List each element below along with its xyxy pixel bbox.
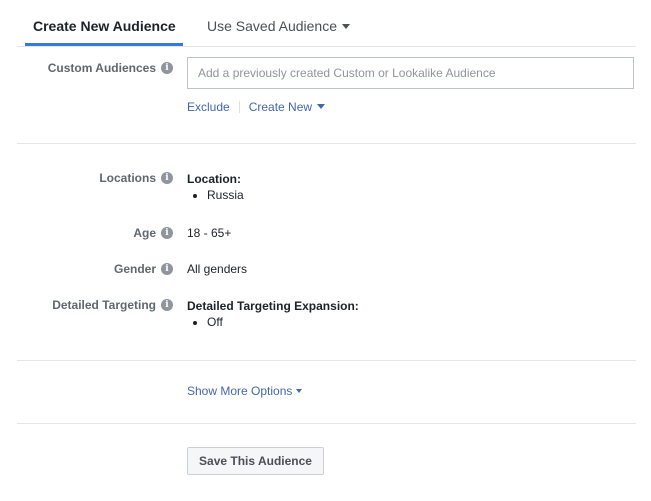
link-separator — [238, 101, 240, 113]
detailed-targeting-heading: Detailed Targeting Expansion: — [187, 299, 359, 313]
locations-value: Location: Russia — [187, 171, 244, 203]
create-new-label: Create New — [248, 100, 313, 114]
create-new-dropdown[interactable]: Create New — [248, 100, 326, 114]
caret-down-icon — [296, 388, 303, 393]
info-icon[interactable]: i — [161, 227, 173, 239]
detailed-targeting-label: Detailed Targeting i — [52, 298, 173, 312]
info-icon[interactable]: i — [161, 172, 173, 184]
tab-label: Create New Audience — [33, 18, 176, 34]
show-more-label: Show More Options — [187, 384, 293, 398]
detailed-targeting-list: Off — [187, 314, 359, 330]
save-audience-button[interactable]: Save This Audience — [187, 447, 324, 475]
section-divider — [17, 360, 636, 361]
custom-audiences-label: Custom Audiences i — [48, 61, 173, 75]
active-tab-indicator — [25, 43, 183, 46]
info-icon[interactable]: i — [161, 62, 173, 74]
gender-label: Gender i — [114, 262, 173, 276]
exclude-link[interactable]: Exclude — [187, 100, 230, 114]
label-text: Gender — [113, 262, 156, 276]
show-more-options-link[interactable]: Show More Options — [187, 384, 303, 398]
locations-label: Locations i — [99, 171, 173, 185]
custom-audiences-input[interactable] — [187, 57, 634, 89]
location-item: Russia — [207, 187, 244, 203]
gender-value: All genders — [187, 262, 248, 276]
tab-use-saved-audience[interactable]: Use Saved Audience — [207, 17, 350, 35]
locations-list: Russia — [187, 187, 244, 203]
section-divider — [17, 143, 636, 144]
detailed-targeting-item: Off — [207, 314, 359, 330]
info-icon[interactable]: i — [161, 299, 173, 311]
section-divider — [17, 423, 636, 424]
info-icon[interactable]: i — [161, 263, 173, 275]
tab-label: Use Saved Audience — [207, 18, 337, 34]
detailed-targeting-value: Detailed Targeting Expansion: Off — [187, 298, 359, 330]
tab-create-new-audience[interactable]: Create New Audience — [33, 17, 176, 35]
audience-panel: Create New Audience Use Saved Audience C… — [0, 0, 651, 501]
age-value: 18 - 65+ — [187, 226, 232, 240]
locations-heading: Location: — [187, 172, 241, 186]
label-text: Age — [133, 226, 156, 240]
caret-down-icon — [317, 104, 326, 110]
label-text: Detailed Targeting — [52, 298, 156, 312]
audience-tabs: Create New Audience Use Saved Audience — [17, 0, 636, 47]
custom-audiences-actions: Exclude Create New — [187, 100, 326, 114]
age-label: Age i — [133, 226, 173, 240]
label-text: Locations — [99, 171, 156, 185]
caret-down-icon — [341, 23, 350, 29]
label-text: Custom Audiences — [47, 61, 156, 75]
